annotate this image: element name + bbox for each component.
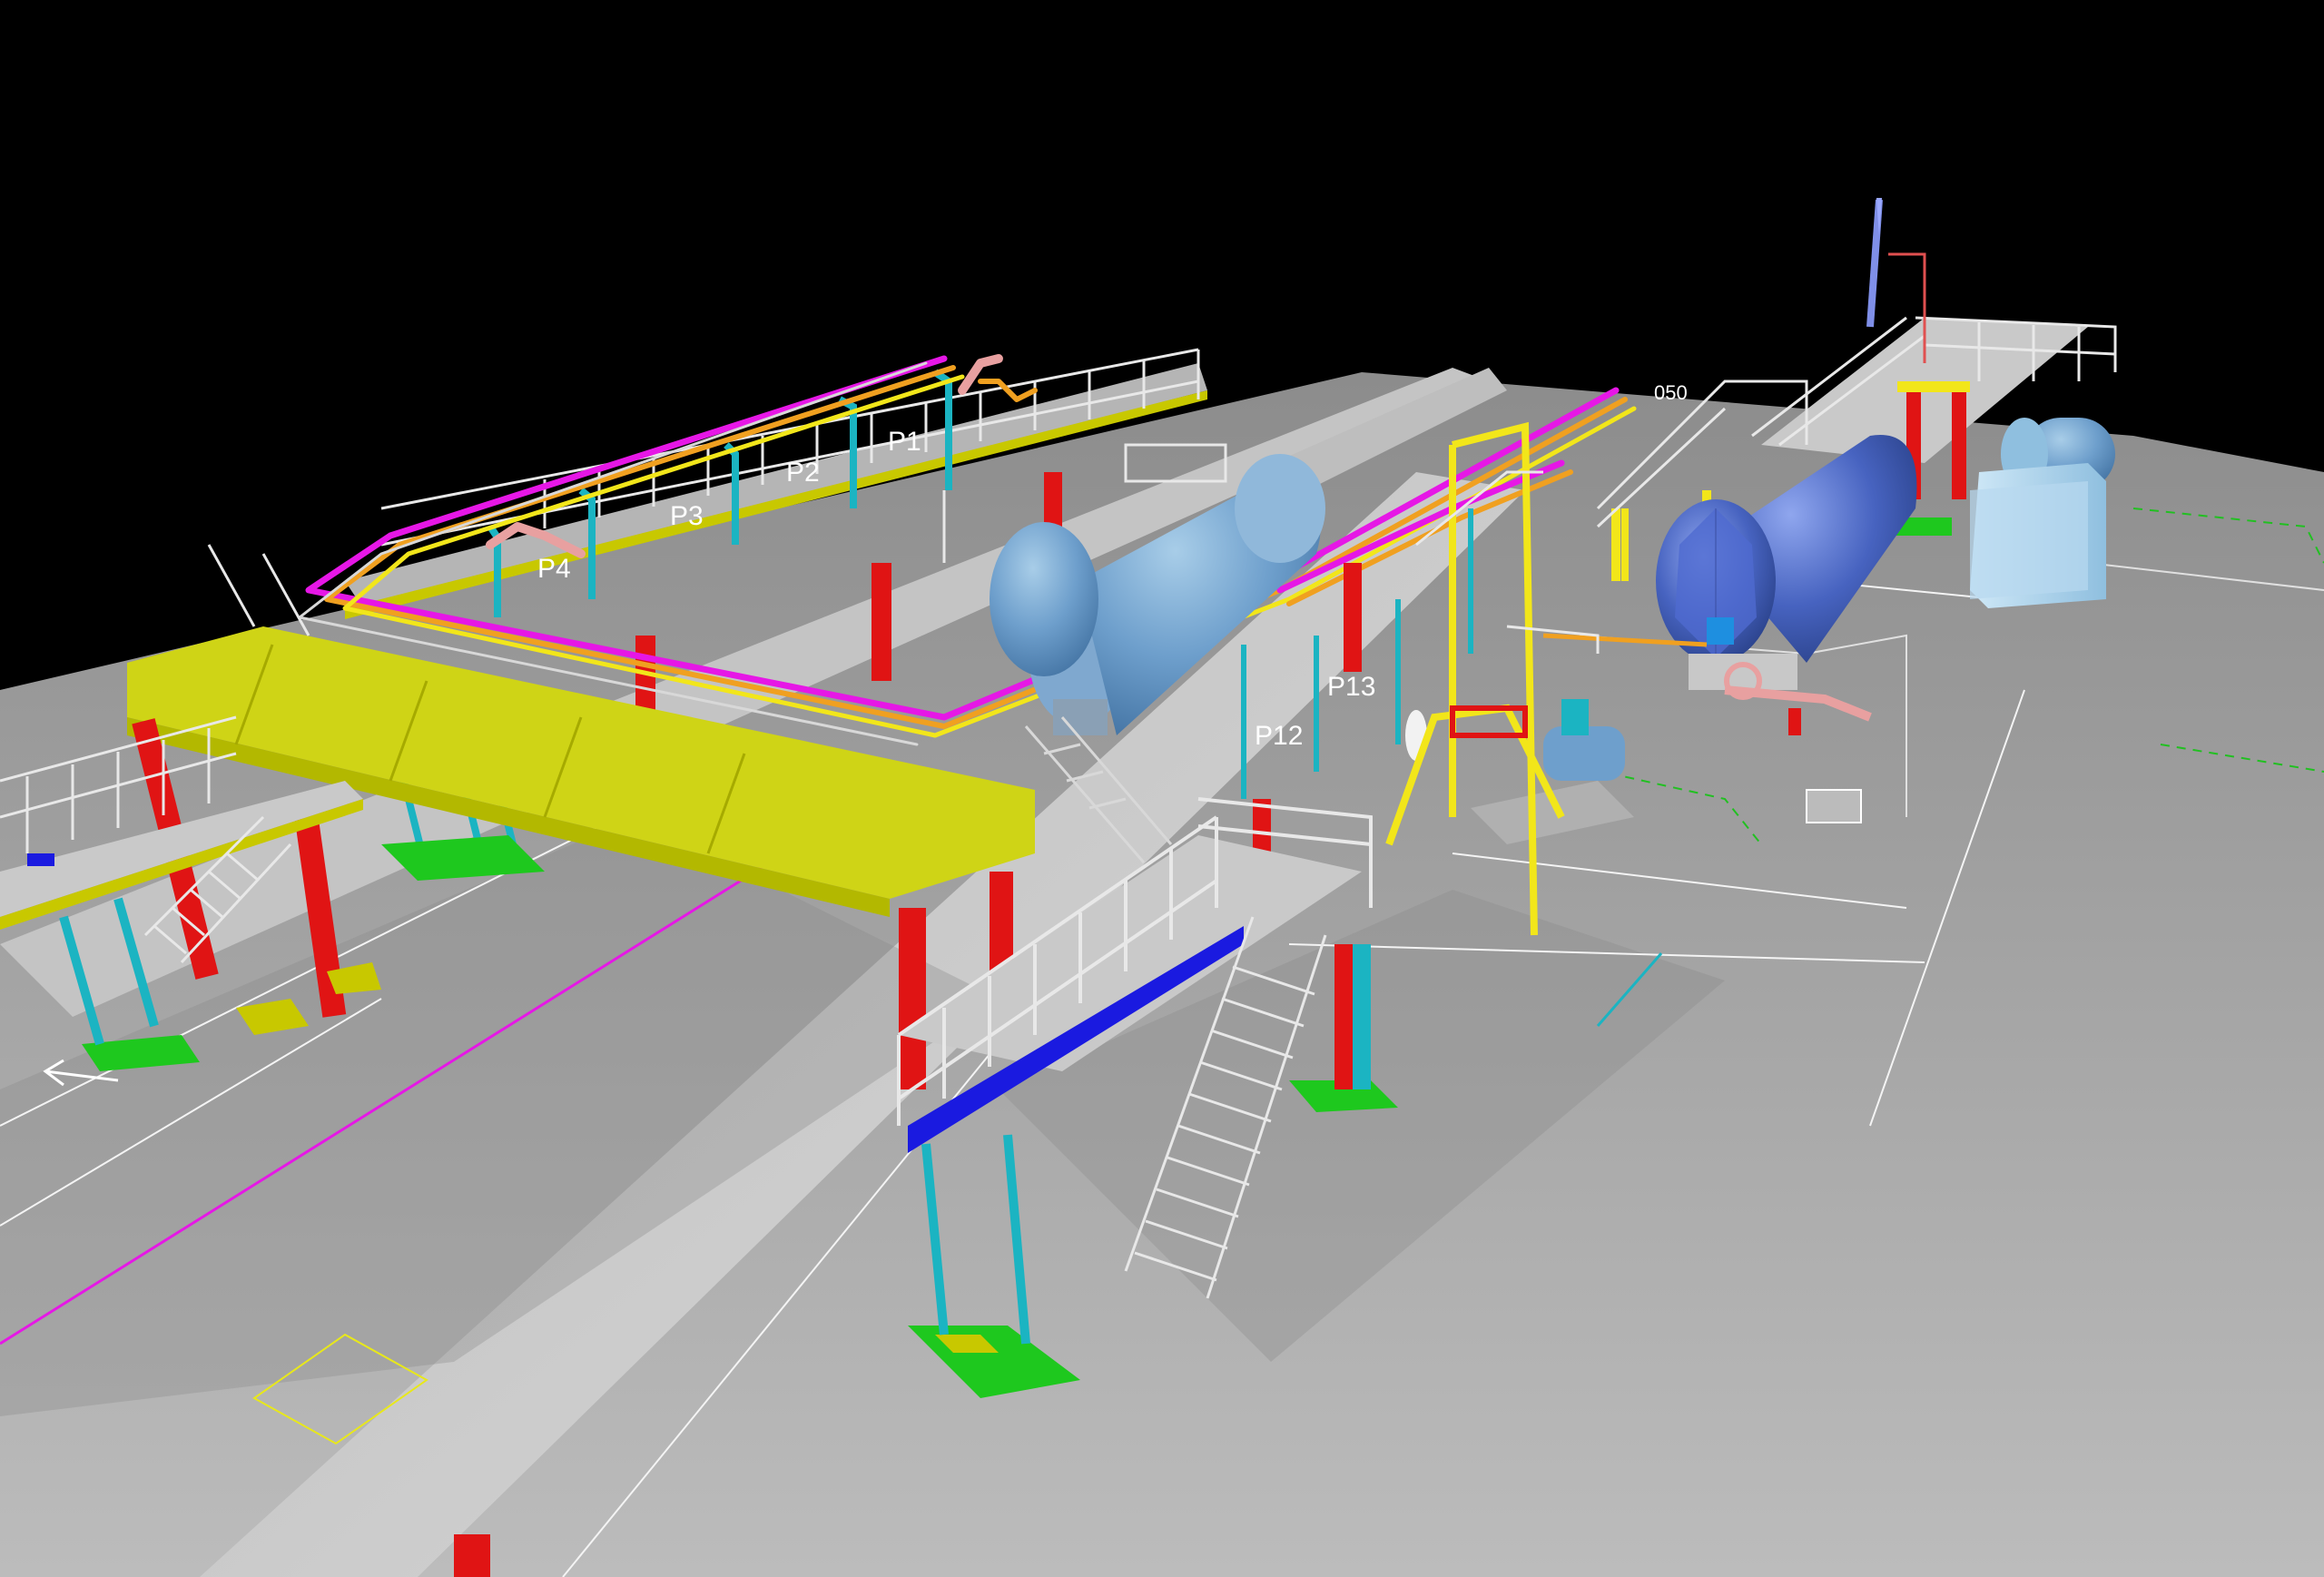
pipe-label: P1 (888, 427, 921, 457)
equipment-cabinet[interactable] (1970, 463, 2106, 608)
plant-3d-scene[interactable]: P1 P2 P3 P4 P12 P13 050 (0, 0, 2324, 1577)
pipe-label: P13 (1327, 672, 1375, 702)
pipe-label: P3 (670, 501, 704, 531)
pipe-label: P4 (537, 554, 571, 584)
3d-model-viewport[interactable]: P1 P2 P3 P4 P12 P13 050 (0, 0, 2324, 1577)
pipe-label: P12 (1255, 721, 1303, 751)
equipment-tag: 050 (1654, 381, 1688, 404)
pipe-label: P2 (786, 458, 820, 488)
